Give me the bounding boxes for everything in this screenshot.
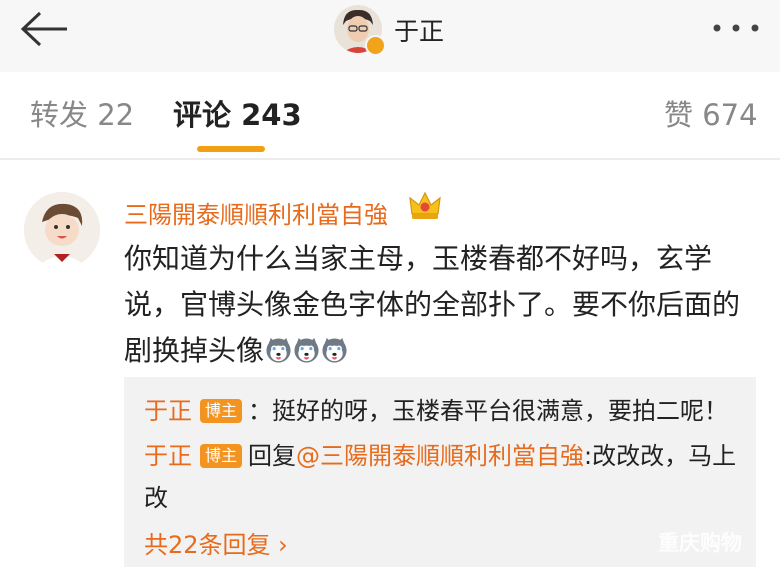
mention-link[interactable]: @三陽開泰順順利利當自強 xyxy=(296,442,584,470)
verified-badge-icon xyxy=(365,35,386,56)
tab-bar: 转发 22 评论 243 赞 674 xyxy=(0,72,780,158)
commenter-name[interactable]: 三陽開泰順順利利當自強 xyxy=(124,195,388,230)
comment-text: 你知道为什么当家主母，玉楼春都不好吗，玄学说，官博头像金色字体的全部扑了。要不你… xyxy=(124,242,741,367)
author-badge: 博主 xyxy=(200,399,243,423)
tab-comments[interactable]: 评论 243 xyxy=(173,98,302,132)
page-title: 于正 xyxy=(394,17,445,46)
divider xyxy=(0,158,780,160)
reply-author[interactable]: 于正 xyxy=(144,442,192,470)
husky-emoji-icon xyxy=(266,337,291,363)
reply-prefix: 回复 xyxy=(248,442,297,470)
reply-item[interactable]: 于正 博主 ：挺好的呀，玉楼春平台很满意，要拍二呢！ xyxy=(144,390,744,432)
crown-icon xyxy=(409,191,441,219)
reply-author[interactable]: 于正 xyxy=(144,397,192,425)
active-tab-indicator xyxy=(197,146,265,152)
tab-likes[interactable]: 赞 674 xyxy=(664,98,758,132)
arrow-left-icon[interactable] xyxy=(18,10,70,48)
top-bar: 于正 xyxy=(0,0,780,72)
husky-emoji-icon xyxy=(294,337,319,363)
more-replies-link[interactable]: 共22条回复 › xyxy=(144,525,288,560)
more-dots-icon[interactable] xyxy=(712,24,760,32)
reply-item[interactable]: 于正 博主 回复@三陽開泰順順利利當自強:改改改，马上改 xyxy=(144,435,744,519)
reply-text: ：挺好的呀，玉楼春平台很满意，要拍二呢！ xyxy=(248,397,729,425)
author-badge: 博主 xyxy=(200,444,243,468)
tab-reposts[interactable]: 转发 22 xyxy=(30,98,134,132)
watermark: 重庆购物 xyxy=(658,531,742,555)
husky-emoji-icon xyxy=(322,337,347,363)
commenter-avatar[interactable] xyxy=(24,192,100,268)
